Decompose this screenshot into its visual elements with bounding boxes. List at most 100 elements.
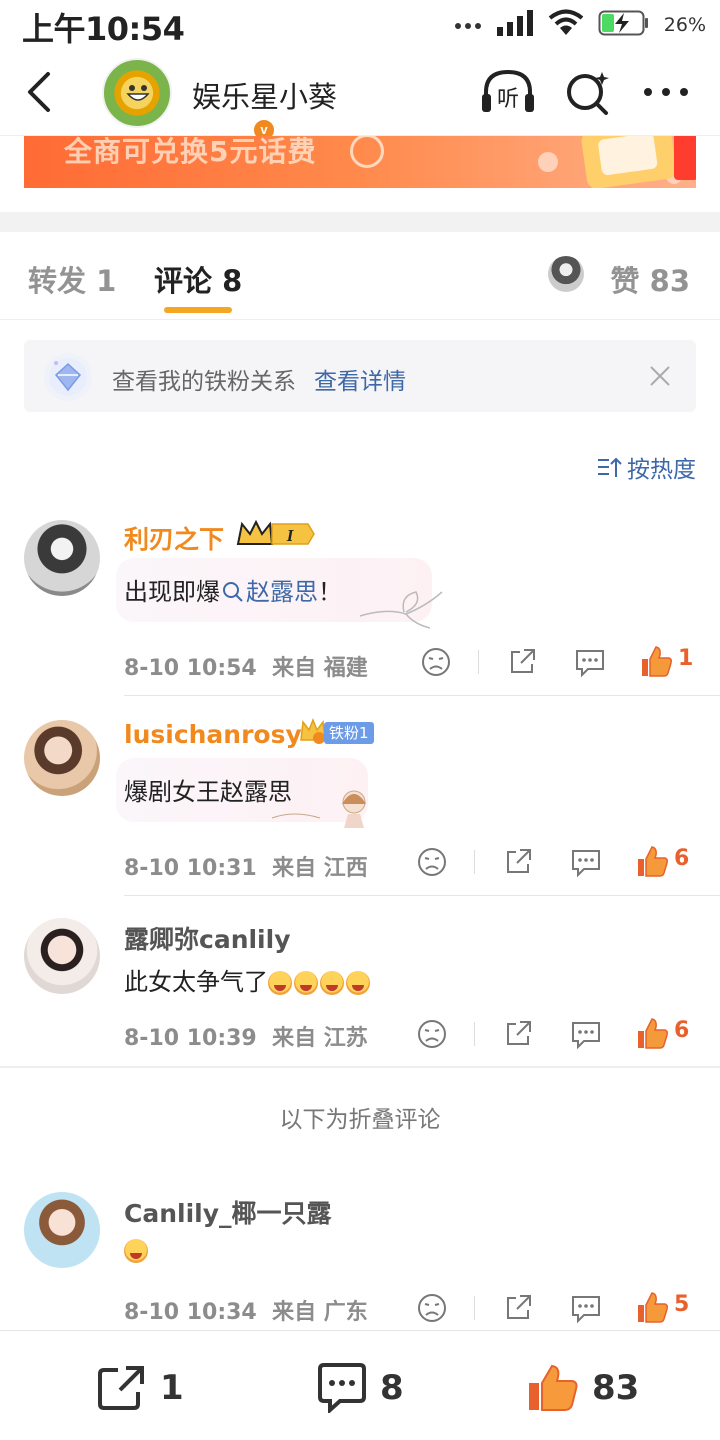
share-icon	[98, 1366, 144, 1410]
sort-label: 按热度	[627, 457, 696, 483]
ribbon-decoration-icon	[359, 591, 443, 629]
fan-notice-text: 查看我的铁粉关系	[112, 369, 296, 395]
crown-badge-icon: I	[236, 519, 315, 545]
status-time: 上午10:54	[22, 10, 185, 48]
comment-meta: 8-10 10:31 来自 江西	[124, 856, 368, 881]
comment-count: 8	[380, 1368, 404, 1408]
comment-avatar[interactable]	[24, 1192, 100, 1268]
share-icon[interactable]	[500, 1016, 536, 1052]
account-avatar[interactable]: v	[102, 58, 276, 142]
comment-username[interactable]: 利刃之下	[124, 520, 224, 556]
dislike-face-icon[interactable]	[414, 844, 450, 880]
fan-notice-link[interactable]: 查看详情	[314, 362, 406, 396]
crying-emoji-icon	[268, 971, 370, 995]
headphones-icon: 听	[482, 69, 534, 112]
tab-like[interactable]: 赞 83	[611, 258, 690, 300]
listen-label: 听	[497, 87, 519, 112]
comment-username[interactable]: Canlily_椰一只露	[124, 1194, 332, 1230]
fan-badge: 铁粉1	[298, 716, 374, 746]
fan-notice: 查看我的铁粉关系 查看详情	[24, 340, 696, 412]
comment-meta: 8-10 10:54 来自 福建	[124, 656, 368, 681]
like-count: 5	[674, 1292, 690, 1317]
like-count: 6	[674, 1018, 690, 1043]
back-button[interactable]	[20, 70, 60, 114]
liker-avatar	[548, 256, 584, 292]
comment-meta: 8-10 10:34 来自 广东	[124, 1300, 368, 1325]
wifi-icon	[548, 9, 584, 41]
more-button[interactable]	[642, 72, 690, 112]
comment-text: 爆剧女王赵露思	[124, 778, 292, 806]
comment-actions: 6	[406, 844, 696, 884]
like-count: 1	[678, 646, 694, 671]
comment-username[interactable]: lusichanrosy	[124, 720, 302, 749]
dislike-face-icon[interactable]	[418, 644, 454, 680]
signal-icon	[496, 10, 534, 40]
close-icon[interactable]	[648, 364, 672, 388]
back-arrow-icon	[28, 72, 50, 112]
crying-emoji-icon	[124, 1239, 148, 1263]
status-bar: 上午10:54 26%	[0, 0, 720, 48]
repost-count: 1	[160, 1368, 184, 1408]
comment-text	[124, 1236, 148, 1264]
comment-actions: 6	[406, 1016, 696, 1056]
comment-button[interactable]: 8	[316, 1363, 404, 1413]
reply-icon[interactable]	[572, 644, 608, 680]
more-dots-icon	[454, 16, 482, 35]
comment-icon	[318, 1363, 366, 1413]
comment-avatar[interactable]	[24, 720, 100, 796]
tab-comment[interactable]: 评论 8	[154, 258, 242, 300]
reply-icon[interactable]	[568, 1290, 604, 1326]
reply-icon[interactable]	[568, 1016, 604, 1052]
ad-banner[interactable]: 全商可兑换5元话费	[24, 136, 696, 188]
account-name[interactable]: 娱乐星小葵	[192, 74, 337, 116]
comment-avatar[interactable]	[24, 918, 100, 994]
ad-text: 全商可兑换5元话费	[64, 136, 317, 168]
share-icon[interactable]	[500, 844, 536, 880]
comment-text: 出现即爆 赵露思！	[124, 578, 342, 606]
more-icon	[644, 88, 688, 96]
battery-icon	[598, 9, 650, 41]
tab-bar: 转发 1 评论 8 赞 83	[0, 232, 720, 320]
dislike-face-icon[interactable]	[414, 1290, 450, 1326]
comment-item: 利刃之下 I 出现即爆 赵露思！ 8-10 10:54 来自 福建 1	[0, 519, 720, 696]
comment-actions: 5	[406, 1290, 696, 1330]
fan-badge-label: 铁粉1	[324, 722, 374, 744]
search-icon	[223, 582, 243, 602]
battery-percent: 26%	[663, 14, 706, 36]
tab-active-indicator	[164, 307, 232, 313]
bottom-action-bar: 1 8 83	[0, 1330, 720, 1440]
nav-bar: v 娱乐星小葵 听	[0, 48, 720, 142]
folded-comments-label: 以下为折叠评论	[279, 1107, 441, 1133]
comment-meta: 8-10 10:39 来自 江苏	[124, 1026, 368, 1051]
like-thumb-icon[interactable]	[634, 1290, 670, 1326]
comment-item: lusichanrosy 铁粉1 爆剧女王赵露思 8-10 10:31 来自 江…	[0, 717, 720, 896]
tab-repost[interactable]: 转发 1	[28, 258, 116, 300]
comment-text: 此女太争气了	[124, 962, 370, 997]
dislike-face-icon[interactable]	[414, 1016, 450, 1052]
like-thumb-icon[interactable]	[634, 1016, 670, 1052]
comment-item: 露卿弥canlily 此女太争气了 8-10 10:39 来自 江苏 6	[0, 918, 720, 1066]
comment-avatar[interactable]	[24, 520, 100, 596]
share-icon[interactable]	[500, 1290, 536, 1326]
like-thumb-icon[interactable]	[634, 844, 670, 880]
sort-icon	[598, 457, 622, 477]
gift-illustration-icon	[538, 136, 696, 188]
ad-arrow-icon	[350, 136, 384, 168]
search-icon	[567, 72, 609, 115]
sort-button[interactable]: 按热度	[597, 450, 696, 484]
search-button[interactable]	[564, 68, 612, 116]
comment-actions: 1	[410, 644, 700, 684]
sunflower-face-icon	[126, 85, 150, 101]
share-icon[interactable]	[504, 644, 540, 680]
reply-icon[interactable]	[568, 844, 604, 880]
comment-item: Canlily_椰一只露 8-10 10:34 来自 广东 5	[0, 1192, 720, 1328]
listen-button[interactable]: 听	[480, 68, 536, 116]
like-thumb-icon[interactable]	[638, 644, 674, 680]
like-thumb-icon	[529, 1364, 578, 1411]
repost-button[interactable]: 1	[96, 1363, 184, 1413]
like-button[interactable]: 83	[526, 1363, 639, 1413]
comment-username[interactable]: 露卿弥canlily	[124, 920, 291, 956]
topic-search-link[interactable]: 赵露思	[220, 578, 318, 606]
like-count-total: 83	[592, 1368, 640, 1408]
like-count: 6	[674, 846, 690, 871]
